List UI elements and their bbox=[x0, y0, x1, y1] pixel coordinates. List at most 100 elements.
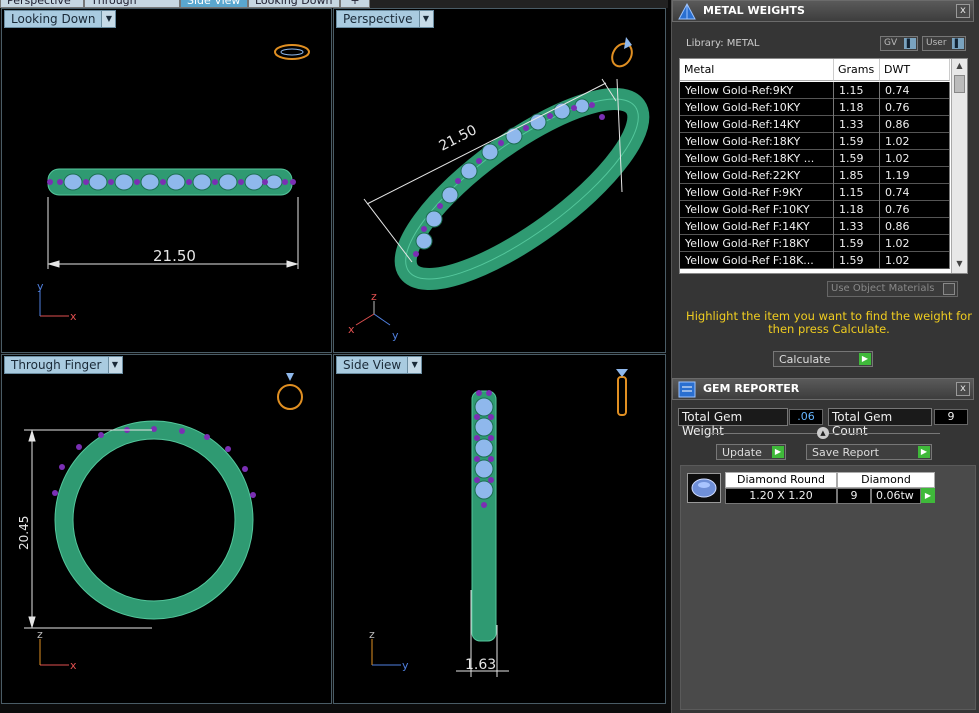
tab-add-button[interactable]: + bbox=[340, 0, 370, 8]
scroll-down-icon[interactable]: ▼ bbox=[954, 259, 965, 270]
viewport-menu-dropdown-icon[interactable]: ▼ bbox=[107, 357, 122, 373]
viewport-label-side-view[interactable]: Side View ▼ bbox=[336, 356, 423, 374]
ring-thumbnail-icon bbox=[616, 369, 628, 416]
table-row[interactable]: Yellow Gold-Ref:22KY 1.85 1.19 bbox=[680, 167, 950, 184]
ring-thumbnail-icon bbox=[611, 37, 633, 68]
axis-gizmo: x y z bbox=[348, 290, 399, 342]
viewport-through-finger[interactable]: 20.45 x z Through Finger ▼ bbox=[1, 354, 332, 704]
metal-grams: 1.33 bbox=[834, 218, 880, 235]
metal-grams: 1.59 bbox=[834, 235, 880, 252]
column-header-metal[interactable]: Metal bbox=[680, 59, 834, 81]
save-report-button[interactable]: Save Report ▶ bbox=[806, 444, 932, 460]
metal-dwt: 0.86 bbox=[880, 116, 950, 133]
checkbox-icon[interactable] bbox=[943, 283, 955, 295]
metal-dwt: 1.02 bbox=[880, 235, 950, 252]
axis-gizmo: x y bbox=[37, 280, 77, 323]
metal-name: Yellow Gold-Ref:14KY bbox=[680, 116, 834, 133]
metal-dwt: 0.74 bbox=[880, 184, 950, 201]
scroll-up-icon[interactable]: ▲ bbox=[954, 61, 965, 72]
metal-name: Yellow Gold-Ref F:14KY bbox=[680, 218, 834, 235]
table-row[interactable]: Yellow Gold-Ref F:18K... 1.59 1.02 bbox=[680, 252, 950, 269]
table-row[interactable]: Yellow Gold-Ref F:9KY 1.15 0.74 bbox=[680, 184, 950, 201]
table-row[interactable]: Yellow Gold-Ref:9KY 1.15 0.74 bbox=[680, 82, 950, 99]
metal-name: Yellow Gold-Ref:18KY ... bbox=[680, 150, 834, 167]
metal-weights-header: METAL WEIGHTS x bbox=[672, 0, 974, 22]
ring-thumbnail-icon bbox=[277, 373, 303, 410]
calculate-button[interactable]: Calculate ▶ bbox=[773, 351, 873, 367]
table-row[interactable]: Yellow Gold-Ref:14KY 1.33 0.86 bbox=[680, 116, 950, 133]
collapse-icon[interactable]: ▲ bbox=[817, 427, 829, 439]
gem-count: 9 bbox=[837, 488, 871, 504]
metal-dwt: 0.74 bbox=[880, 82, 950, 99]
svg-text:y: y bbox=[37, 280, 44, 293]
total-gem-weight-value: .06 bbox=[789, 409, 823, 425]
gem-details-button[interactable]: ▶ bbox=[921, 488, 935, 503]
metal-grams: 1.18 bbox=[834, 201, 880, 218]
metal-dwt: 1.02 bbox=[880, 252, 950, 269]
metal-grams: 1.85 bbox=[834, 167, 880, 184]
ring-front-view bbox=[52, 420, 256, 620]
metal-grams: 1.15 bbox=[834, 82, 880, 99]
viewport-menu-dropdown-icon[interactable]: ▼ bbox=[101, 11, 116, 27]
tab-looking-down[interactable]: Looking Down bbox=[248, 0, 340, 8]
side-view-canvas: 1.63 y z bbox=[369, 369, 628, 677]
metal-name: Yellow Gold-Ref:9KY bbox=[680, 82, 834, 99]
metal-dwt: 1.02 bbox=[880, 133, 950, 150]
tab-through-finger[interactable]: Through Finger bbox=[84, 0, 180, 8]
gv-toggle[interactable]: GV ▌ bbox=[880, 36, 918, 51]
metal-table[interactable]: Metal Grams DWT Yellow Gold-Ref:9KY 1.15 0… bbox=[679, 58, 968, 274]
gem-size: 1.20 X 1.20 bbox=[725, 488, 837, 504]
total-gem-weight-label: Total Gem Weight bbox=[678, 408, 788, 438]
gem-material-header: Diamond bbox=[837, 472, 935, 488]
close-icon[interactable]: x bbox=[956, 4, 970, 18]
scroll-thumb[interactable] bbox=[954, 75, 965, 93]
viewport-looking-down[interactable]: 21.50 x y Looking Down ▼ bbox=[1, 8, 332, 353]
update-button[interactable]: Update ▶ bbox=[716, 444, 786, 460]
table-row[interactable]: Yellow Gold-Ref F:18KY 1.59 1.02 bbox=[680, 235, 950, 252]
axis-gizmo: y z bbox=[369, 628, 409, 672]
column-header-dwt[interactable]: DWT bbox=[880, 59, 950, 81]
table-row[interactable]: Yellow Gold-Ref F:14KY 1.33 0.86 bbox=[680, 218, 950, 235]
viewport-menu-dropdown-icon[interactable]: ▼ bbox=[418, 11, 433, 27]
close-icon[interactable]: x bbox=[956, 382, 970, 396]
viewport-menu-dropdown-icon[interactable]: ▼ bbox=[407, 357, 422, 373]
svg-text:z: z bbox=[37, 628, 43, 641]
svg-text:x: x bbox=[348, 323, 355, 336]
app-window: Perspective Through Finger Side View Loo… bbox=[0, 0, 979, 713]
use-object-materials-checkbox[interactable]: Use Object Materials bbox=[827, 281, 958, 297]
metal-weights-icon bbox=[678, 2, 696, 20]
viewport-label-looking-down[interactable]: Looking Down ▼ bbox=[4, 10, 117, 28]
viewport-label-perspective[interactable]: Perspective ▼ bbox=[336, 10, 434, 28]
metal-grams: 1.59 bbox=[834, 133, 880, 150]
instruction-text: Highlight the item you want to find the … bbox=[686, 309, 972, 336]
tab-side-view[interactable]: Side View bbox=[180, 0, 248, 8]
dimension-diameter-value: 20.45 bbox=[17, 516, 31, 550]
gem-reporter-header: GEM REPORTER x bbox=[672, 378, 974, 400]
viewport-side-view[interactable]: 1.63 y z Side View ▼ bbox=[333, 354, 666, 704]
viewport-perspective[interactable]: 21.50 x y z Perspective ▼ bbox=[333, 8, 666, 353]
metal-name: Yellow Gold-Ref F:18K... bbox=[680, 252, 834, 269]
metal-dwt: 1.02 bbox=[880, 150, 950, 167]
table-row[interactable]: Yellow Gold-Ref:10KY 1.18 0.76 bbox=[680, 99, 950, 116]
metal-dwt: 1.19 bbox=[880, 167, 950, 184]
play-icon: ▶ bbox=[859, 353, 871, 365]
metal-dwt: 0.76 bbox=[880, 201, 950, 218]
metal-name: Yellow Gold-Ref:10KY bbox=[680, 99, 834, 116]
metal-grams: 1.59 bbox=[834, 252, 880, 269]
ring-side-view bbox=[471, 390, 497, 642]
column-header-grams[interactable]: Grams bbox=[834, 59, 880, 81]
gem-weight: 0.06tw bbox=[871, 488, 921, 504]
dimension-length-value: 21.50 bbox=[153, 247, 196, 265]
svg-text:z: z bbox=[369, 628, 375, 641]
table-row[interactable]: Yellow Gold-Ref:18KY 1.59 1.02 bbox=[680, 133, 950, 150]
user-toggle[interactable]: User ▌ bbox=[922, 36, 966, 51]
metal-name: Yellow Gold-Ref F:18KY bbox=[680, 235, 834, 252]
tab-perspective[interactable]: Perspective bbox=[0, 0, 84, 8]
total-gem-count-value: 9 bbox=[934, 409, 968, 425]
metal-table-scrollbar[interactable]: ▲ ▼ bbox=[951, 59, 967, 273]
metal-grams: 1.33 bbox=[834, 116, 880, 133]
table-row[interactable]: Yellow Gold-Ref:18KY ... 1.59 1.02 bbox=[680, 150, 950, 167]
viewport-label-through-finger[interactable]: Through Finger ▼ bbox=[4, 356, 123, 374]
dimension-width-value: 1.63 bbox=[465, 657, 496, 673]
table-row[interactable]: Yellow Gold-Ref F:10KY 1.18 0.76 bbox=[680, 201, 950, 218]
